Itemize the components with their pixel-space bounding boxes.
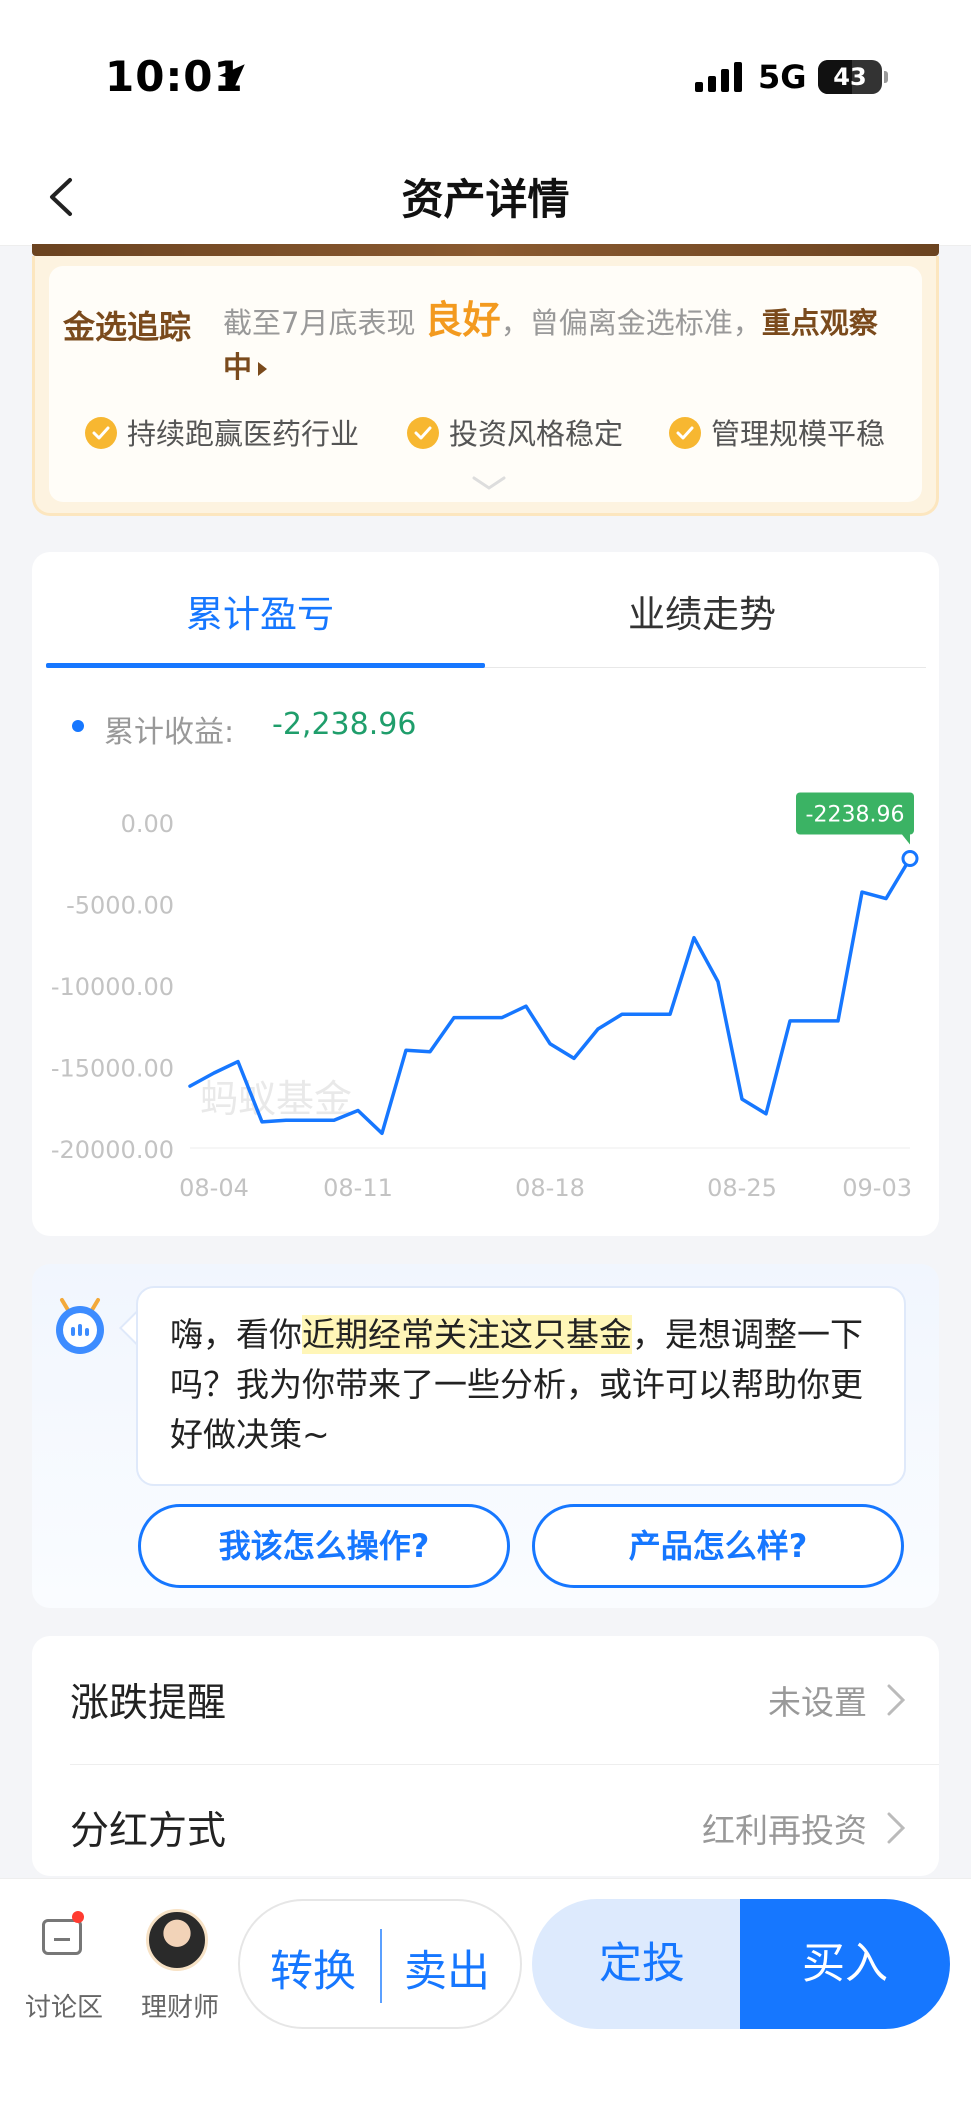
x-tick-label: 08-25 <box>707 1174 777 1202</box>
x-tick-label: 08-11 <box>323 1174 393 1202</box>
button-divider <box>380 1929 382 2003</box>
chevron-right-icon <box>887 1812 906 1844</box>
advisor-label: 理财师 <box>140 1993 219 2023</box>
assistant-message-bubble: 嗨，看你近期经常关注这只基金，是想调整一下吗？我为你带来了一些分析，或许可以帮助… <box>136 1286 906 1486</box>
x-tick-label: 08-04 <box>179 1174 249 1202</box>
status-bar: 10:01 5G 43 <box>0 0 971 150</box>
gold-text-middle: ，曾偏离金选标准， <box>500 306 762 340</box>
gold-tag-label: 管理规模平稳 <box>711 417 886 451</box>
last-point-marker <box>901 849 919 867</box>
gold-tag: 金选追踪 <box>63 308 192 346</box>
message-highlight: 近期经常关注这只基金 <box>302 1315 632 1354</box>
y-tick-label: -15000.00 <box>51 1055 174 1083</box>
y-tick-label: 0.00 <box>121 810 174 838</box>
notification-dot <box>72 1911 84 1923</box>
gold-description: 截至7月底表现 良好，曾偏离金选标准，重点观察中 <box>223 298 903 389</box>
gold-tag-label: 投资风格稳定 <box>449 417 624 451</box>
y-tick-label: -5000.00 <box>66 892 174 920</box>
check-circle-icon <box>85 417 117 449</box>
auto-invest-button[interactable]: 定投 <box>532 1899 752 2029</box>
battery-tip <box>884 71 888 83</box>
location-arrow-icon <box>219 64 245 90</box>
list-item-price-alert[interactable]: 涨跌提醒 未设置 <box>32 1636 939 1765</box>
x-tick-label: 08-18 <box>515 1174 585 1202</box>
assistant-card: 嗨，看你近期经常关注这只基金，是想调整一下吗？我为你带来了一些分析，或许可以帮助… <box>32 1264 939 1608</box>
check-circle-icon <box>407 417 439 449</box>
how-to-operate-button[interactable]: 我该怎么操作? <box>138 1504 510 1588</box>
y-tick-label: -10000.00 <box>51 973 174 1001</box>
chevron-right-icon <box>887 1684 906 1716</box>
battery-icon: 43 <box>818 60 882 94</box>
convert-button[interactable]: 转换 <box>270 1937 356 1999</box>
convert-sell-group: 转换 卖出 <box>238 1899 522 2029</box>
product-review-button[interactable]: 产品怎么样? <box>532 1504 904 1588</box>
list-item-value: 红利再投资 <box>702 1811 867 1850</box>
profit-chart-card: 累计盈亏 业绩走势 累计收益: -2,238.96 0.00 -5000.00 -1… <box>32 552 939 1236</box>
page-title: 资产详情 <box>401 175 570 224</box>
gold-tags: 持续跑赢医药行业 投资风格稳定 管理规模平稳 <box>85 411 925 457</box>
sell-button[interactable]: 卖出 <box>404 1937 490 1999</box>
gold-tag-label: 持续跑赢医药行业 <box>127 417 360 451</box>
play-triangle-icon <box>258 362 268 376</box>
gold-card-header-strip <box>32 244 939 256</box>
gold-tag-item: 管理规模平稳 <box>669 411 885 457</box>
list-item-dividend-mode[interactable]: 分红方式 红利再投资 <box>32 1764 939 1892</box>
list-item-label: 涨跌提醒 <box>70 1681 227 1726</box>
assistant-robot-icon[interactable] <box>52 1296 108 1356</box>
bottom-action-bar: 讨论区 理财师 转换 卖出 定投 买入 <box>0 1878 971 2111</box>
y-tick-label: -20000.00 <box>51 1136 174 1164</box>
watermark-text: 蚂蚁基金 <box>200 1077 352 1121</box>
advisor-avatar <box>146 1909 208 1971</box>
gold-tracking-card[interactable]: 金选追踪 截至7月底表现 良好，曾偏离金选标准，重点观察中 持续跑赢医药行业 投… <box>32 256 939 516</box>
settings-list: 涨跌提醒 未设置 分红方式 红利再投资 <box>32 1636 939 1876</box>
network-type: 5G <box>758 58 807 96</box>
gold-card-inner: 金选追踪 截至7月底表现 良好，曾偏离金选标准，重点观察中 持续跑赢医药行业 投… <box>49 266 922 502</box>
cellular-signal-icon <box>695 62 742 92</box>
nav-bar: 资产详情 <box>0 150 971 246</box>
gold-text-prefix: 截至7月底表现 <box>223 306 416 340</box>
cumulative-profit-chart[interactable]: 0.00-5000.00-10000.00-15000.00-20000.000… <box>32 552 939 1236</box>
buy-button[interactable]: 买入 <box>740 1899 950 2029</box>
list-item-label: 分红方式 <box>70 1809 227 1854</box>
message-text: 嗨，看你 <box>170 1315 302 1354</box>
forum-label: 讨论区 <box>24 1993 103 2023</box>
check-circle-icon <box>669 417 701 449</box>
last-value-label: -2238.96 <box>806 802 905 827</box>
x-tick-label: 09-03 <box>842 1174 912 1202</box>
expand-chevron-down-icon[interactable] <box>471 474 507 492</box>
gold-tag-item: 投资风格稳定 <box>407 411 623 457</box>
gold-rating: 良好 <box>424 298 501 342</box>
list-item-value: 未设置 <box>768 1683 867 1722</box>
battery-level: 43 <box>833 63 867 91</box>
gold-tag-item: 持续跑赢医药行业 <box>85 411 359 457</box>
chat-bubble-icon <box>42 1919 82 1955</box>
badge-pointer <box>902 834 910 845</box>
